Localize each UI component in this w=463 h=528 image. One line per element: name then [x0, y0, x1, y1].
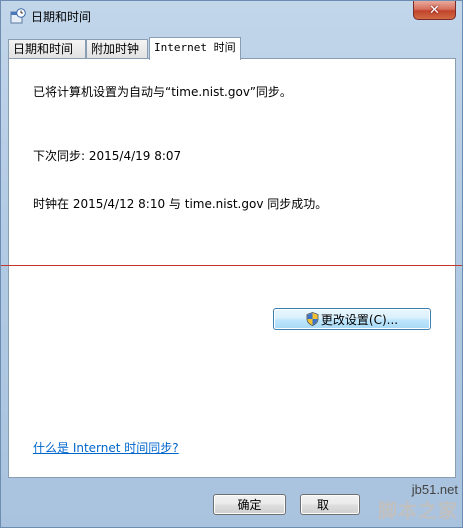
- date-time-dialog: 日期和时间 ✕ 日期和时间 附加时钟 Internet 时间 已将计算机设置为自…: [0, 0, 463, 528]
- tab-internet-time[interactable]: Internet 时间: [149, 37, 241, 60]
- ok-button[interactable]: 确定: [213, 494, 286, 515]
- sync-setting-text: 已将计算机设置为自动与“time.nist.gov”同步。: [33, 85, 292, 99]
- window-title: 日期和时间: [31, 10, 92, 24]
- tab-date-time[interactable]: 日期和时间: [8, 39, 86, 58]
- site-watermark: jb51.net 脚本之家: [312, 467, 462, 527]
- change-settings-label: 更改设置(C)...: [320, 312, 399, 327]
- watermark-name: 脚本之家: [377, 500, 458, 522]
- clock-calendar-icon: [10, 8, 26, 24]
- last-sync-text: 时钟在 2015/4/12 8:10 与 time.nist.gov 同步成功。: [33, 197, 328, 211]
- internet-time-help-link[interactable]: 什么是 Internet 时间同步?: [33, 439, 179, 456]
- change-settings-button[interactable]: 更改设置(C)...: [273, 308, 431, 330]
- watermark-url: jb51.net: [411, 482, 458, 497]
- close-icon: ✕: [429, 2, 440, 18]
- close-button[interactable]: ✕: [413, 1, 456, 20]
- next-sync-text: 下次同步: 2015/4/19 8:07: [33, 149, 182, 163]
- tab-additional-clocks[interactable]: 附加时钟: [86, 39, 148, 58]
- uac-shield-icon: [306, 312, 319, 326]
- red-divider-line: [1, 265, 462, 266]
- title-bar[interactable]: 日期和时间 ✕: [1, 1, 462, 31]
- internet-time-panel: 已将计算机设置为自动与“time.nist.gov”同步。 下次同步: 2015…: [8, 58, 456, 478]
